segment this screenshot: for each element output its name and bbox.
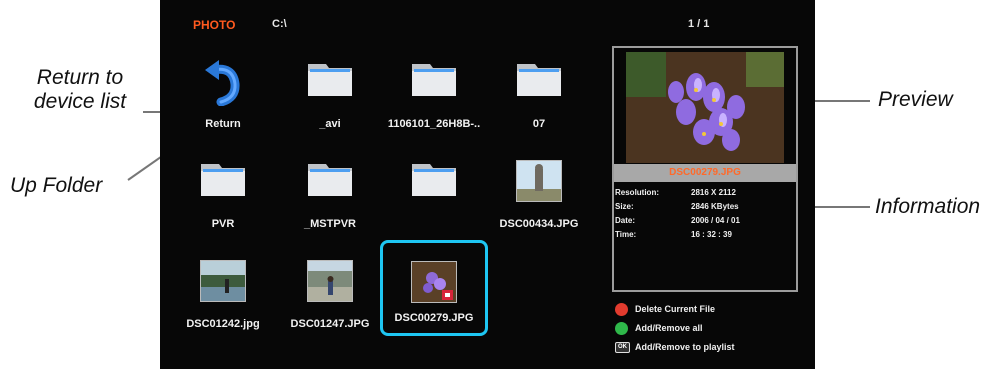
info-value: 2846 KBytes [691, 202, 739, 211]
photo-label: DSC00434.JPG [499, 218, 579, 230]
folder-item[interactable]: 07 [489, 46, 589, 146]
info-value: 2006 / 04 / 01 [691, 216, 740, 225]
page-indicator: 1 / 1 [688, 18, 710, 30]
folder-item[interactable] [384, 146, 484, 246]
photo-item-selected[interactable]: DSC00279.JPG [380, 240, 488, 336]
info-size: Size: 2846 KBytes [614, 202, 796, 215]
info-time: Time: 16 : 32 : 39 [614, 230, 796, 243]
path-label: C:\ [272, 18, 287, 30]
folder-icon [515, 60, 563, 98]
preview-image [626, 52, 784, 163]
callout-information: Information [875, 195, 981, 218]
folder-item[interactable]: PVR [173, 146, 273, 246]
callout-return: Return to device list [20, 66, 140, 114]
legend-text: Add/Remove to playlist [635, 342, 735, 352]
return-label: Return [205, 118, 241, 130]
info-resolution: Resolution: 2816 X 2112 [614, 188, 796, 201]
statue-photo-thumbnail [516, 160, 562, 202]
info-key: Date: [615, 216, 636, 225]
preview-filename: DSC00279.JPG [614, 164, 796, 182]
green-button-icon [615, 322, 628, 335]
folder-item[interactable]: 1106101_26H8B-.. [384, 46, 484, 146]
folder-icon [306, 60, 354, 98]
callout-return-line2: device list [33, 90, 127, 113]
photo-item[interactable]: DSC00434.JPG [489, 146, 589, 246]
red-button-icon [615, 303, 628, 316]
legend-text: Add/Remove all [635, 323, 703, 333]
callout-preview: Preview [878, 88, 953, 111]
preview-panel: DSC00279.JPG Resolution: 2816 X 2112 Siz… [612, 46, 798, 292]
return-arrow-icon [203, 60, 243, 111]
folder-icon [410, 60, 458, 98]
legend-text: Delete Current File [635, 304, 716, 314]
lake-photo-thumbnail [200, 260, 246, 302]
info-key: Size: [615, 202, 634, 211]
folder-label: _MSTPVR [304, 218, 356, 230]
photo-label: DSC01242.jpg [186, 318, 260, 330]
folder-item[interactable]: _avi [280, 46, 380, 146]
top-bar: PHOTO C:\ 1 / 1 [160, 0, 815, 48]
media-browser-screen: PHOTO C:\ 1 / 1 Return _avi 1106101_26H8… [160, 0, 815, 369]
photo-label: DSC00279.JPG [394, 312, 474, 324]
folder-item[interactable]: _MSTPVR [280, 146, 380, 246]
info-key: Time: [615, 230, 637, 239]
person-photo-thumbnail [307, 260, 353, 302]
info-value: 16 : 32 : 39 [691, 230, 732, 239]
photo-item[interactable]: DSC01242.jpg [173, 246, 273, 346]
info-key: Resolution: [615, 188, 659, 197]
photo-item[interactable]: DSC01247.JPG [280, 246, 380, 346]
folder-label: _avi [319, 118, 341, 130]
folder-icon [306, 160, 354, 198]
callout-up-folder: Up Folder [10, 174, 103, 197]
photo-label: DSC01247.JPG [290, 318, 370, 330]
info-date: Date: 2006 / 04 / 01 [614, 216, 796, 229]
ok-button-icon: OK [615, 342, 630, 353]
info-value: 2816 X 2112 [691, 188, 736, 197]
source-label: PHOTO [193, 18, 236, 32]
flower-photo-thumbnail [411, 261, 457, 303]
folder-icon [410, 160, 458, 198]
folder-label: 1106101_26H8B-.. [387, 118, 481, 130]
folder-icon [199, 160, 247, 198]
folder-label: 07 [532, 118, 546, 130]
folder-label: PVR [211, 218, 235, 230]
return-item[interactable]: Return [173, 46, 273, 146]
callout-return-line1: Return to [36, 66, 124, 89]
